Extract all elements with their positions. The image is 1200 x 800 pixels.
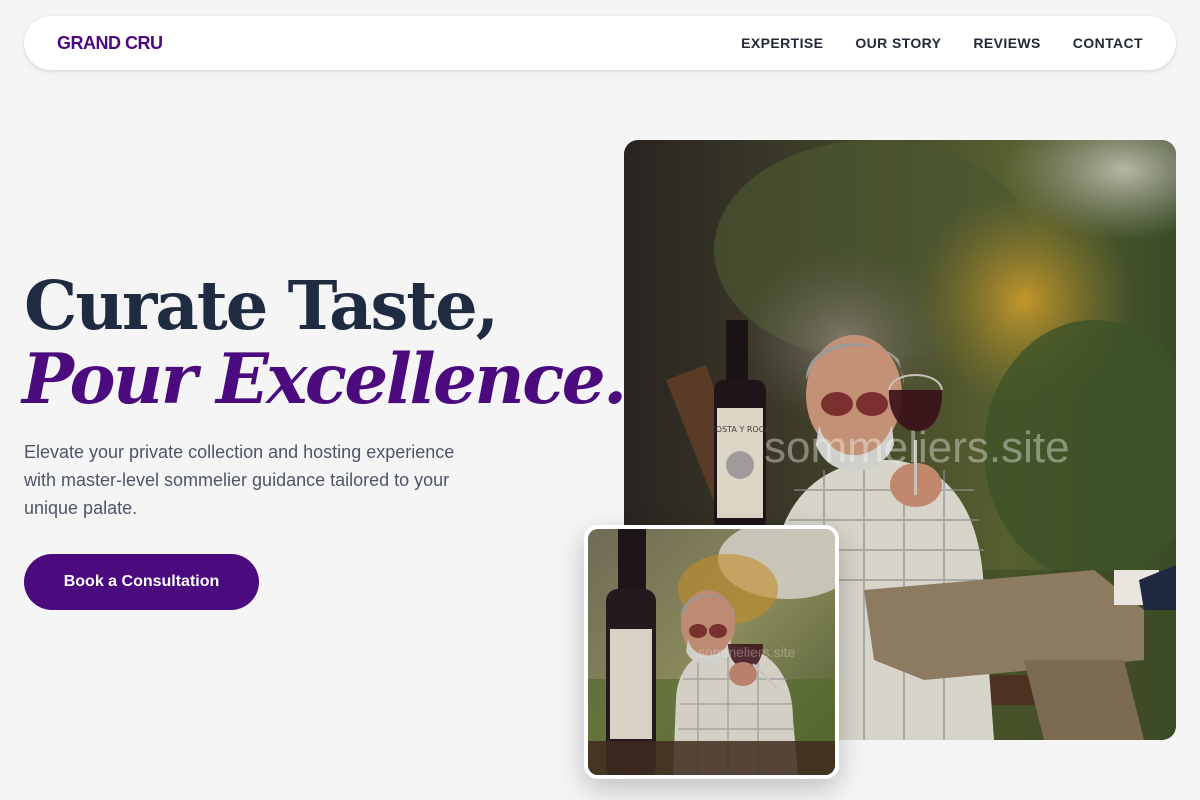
nav-link-reviews[interactable]: REVIEWS bbox=[973, 35, 1040, 51]
hero-inset-photo: sommeliers.site bbox=[584, 525, 839, 779]
inset-watermark-text: sommeliers.site bbox=[698, 644, 795, 660]
nav-link-expertise[interactable]: EXPERTISE bbox=[741, 35, 823, 51]
nav-link-our-story[interactable]: OUR STORY bbox=[855, 35, 941, 51]
top-navbar: GRAND CRU EXPERTISE OUR STORY REVIEWS CO… bbox=[24, 16, 1176, 70]
bottle-label-text: COSTA Y ROCA bbox=[710, 425, 770, 434]
hero-description: Elevate your private collection and host… bbox=[24, 442, 455, 518]
hero-title-line2: Pour Excellence. bbox=[22, 339, 627, 420]
nav-link-contact[interactable]: CONTACT bbox=[1073, 35, 1143, 51]
main-menu: EXPERTISE OUR STORY REVIEWS CONTACT bbox=[741, 35, 1143, 51]
brand-logo[interactable]: GRAND CRU bbox=[57, 33, 163, 54]
book-consultation-button[interactable]: Book a Consultation bbox=[24, 554, 259, 610]
hero-title-line1: Curate Taste, bbox=[24, 266, 499, 345]
watermark-text: sommeliers.site bbox=[764, 423, 1070, 472]
